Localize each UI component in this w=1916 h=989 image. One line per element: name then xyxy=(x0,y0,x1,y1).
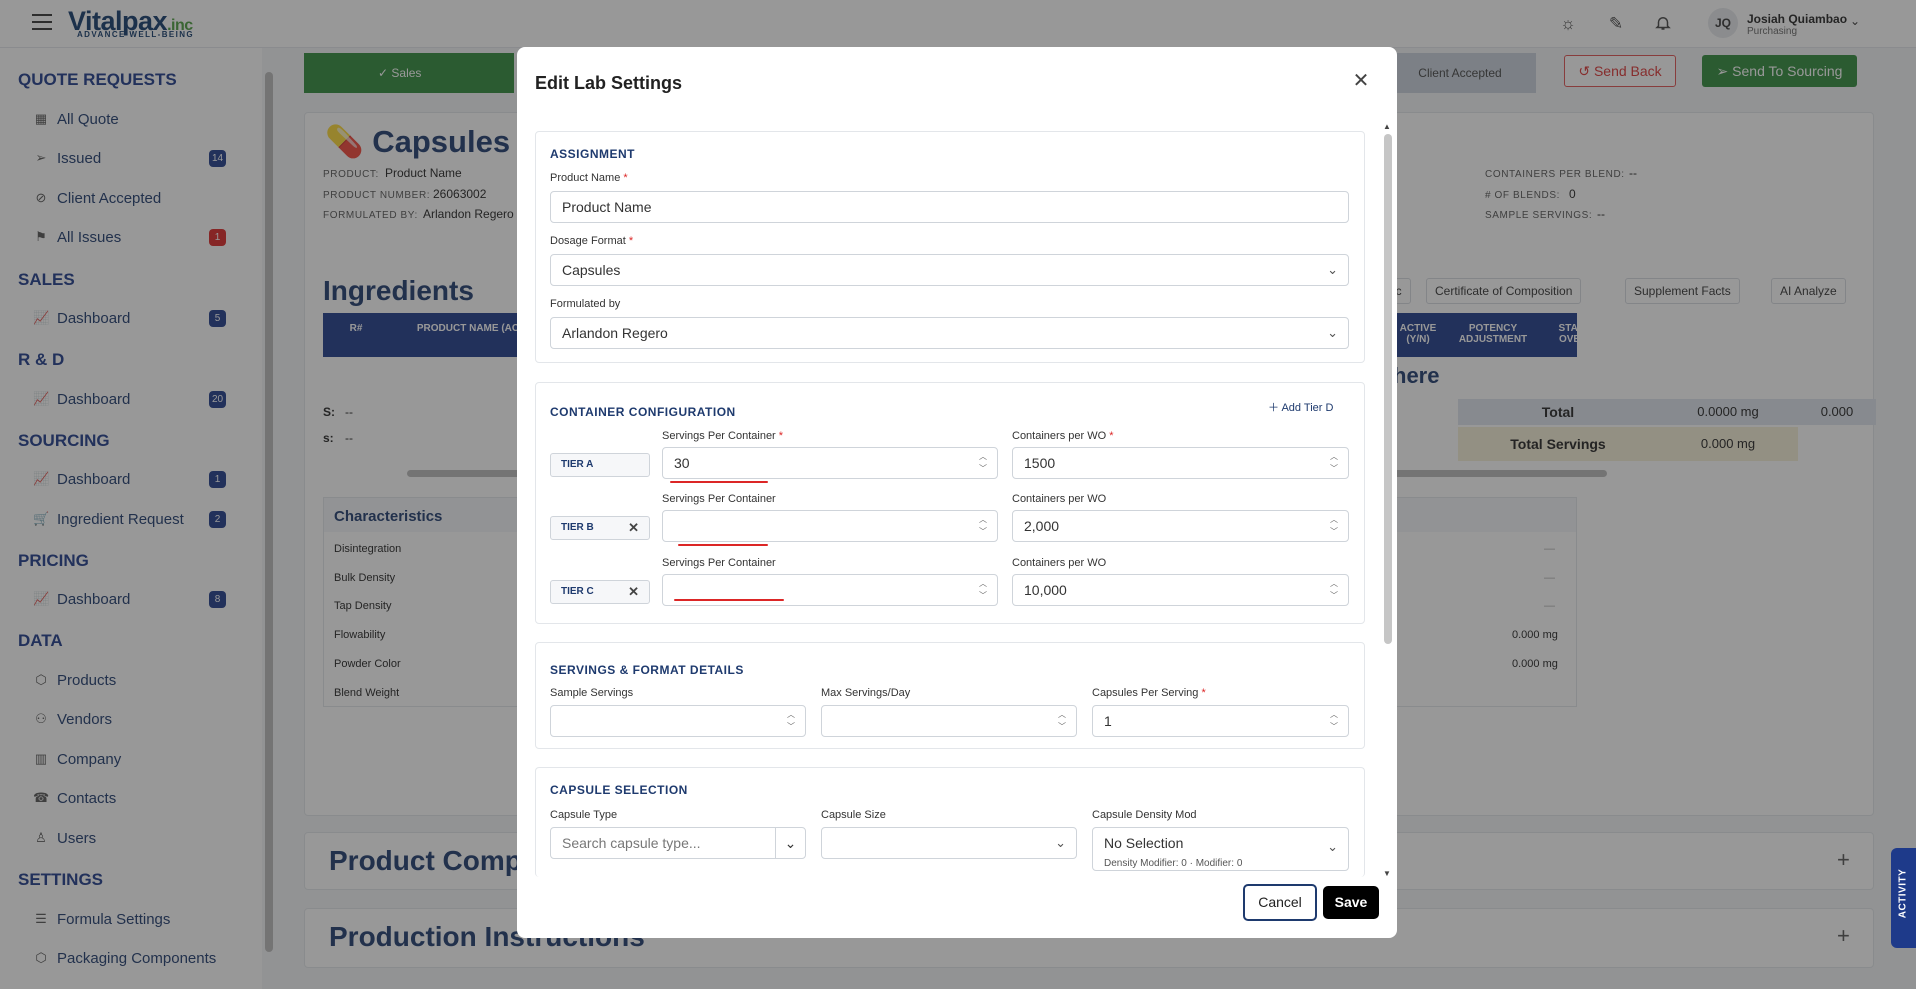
sample-servings-label: Sample Servings xyxy=(550,687,634,699)
product-name-field[interactable]: Product Name xyxy=(550,191,1349,223)
red-underline-mark xyxy=(674,599,784,601)
close-icon[interactable]: ✕ xyxy=(1349,69,1373,93)
stepper-arrows-icon[interactable]: ︿ ﹀ xyxy=(979,451,987,475)
containers-per-wo-label: Containers per WO * xyxy=(1012,430,1114,442)
container-configuration-panel: CONTAINER CONFIGURATION ＋ Add Tier D Ser… xyxy=(535,382,1365,624)
capsule-selection-panel: CAPSULE SELECTION Capsule Type Search ca… xyxy=(535,767,1365,877)
capsule-size-select[interactable]: ⌄ xyxy=(821,827,1077,859)
servings-per-container-label: Servings Per Container xyxy=(662,493,776,505)
tier-a-badge: TIER A xyxy=(550,453,650,477)
chevron-down-icon: ⌄ xyxy=(1055,835,1066,850)
capsules-per-serving-label: Capsules Per Serving * xyxy=(1092,687,1206,699)
activity-label: ACTIVITY xyxy=(1897,868,1909,919)
servings-per-container-label: Servings Per Container * xyxy=(662,430,784,442)
capsule-density-select[interactable]: No Selection Density Modifier: 0 · Modif… xyxy=(1092,827,1349,871)
containers-per-wo-label: Containers per WO xyxy=(1012,493,1107,505)
chevron-down-icon: ⌄ xyxy=(1327,325,1338,340)
capsule-selection-title: CAPSULE SELECTION xyxy=(550,783,688,797)
dosage-format-select[interactable]: Capsules ⌄ xyxy=(550,254,1349,286)
capsule-type-label: Capsule Type xyxy=(550,809,618,821)
tier-c-badge: TIER C ✕ xyxy=(550,580,650,604)
capsule-type-combobox[interactable]: Search capsule type... ⌄ xyxy=(550,827,806,859)
chevron-down-icon: ⌄ xyxy=(1327,262,1338,277)
tier-c-containers-input[interactable]: 10,000 ︿ ﹀ xyxy=(1012,574,1349,606)
cancel-button[interactable]: Cancel xyxy=(1243,884,1317,921)
container-config-title: CONTAINER CONFIGURATION xyxy=(550,405,736,419)
stepper-arrows-icon[interactable]: ︿ ﹀ xyxy=(1058,709,1066,733)
tier-b-servings-input[interactable]: ︿ ﹀ xyxy=(662,510,998,542)
containers-per-wo-label: Containers per WO xyxy=(1012,557,1107,569)
modal-scrollbar[interactable]: ▲ ▼ xyxy=(1383,122,1393,879)
servings-format-title: SERVINGS & FORMAT DETAILS xyxy=(550,663,744,677)
scroll-down-icon[interactable]: ▼ xyxy=(1383,869,1391,878)
red-underline-mark xyxy=(670,481,768,483)
stepper-arrows-icon[interactable]: ︿ ﹀ xyxy=(1330,578,1338,602)
remove-tier-icon[interactable]: ✕ xyxy=(628,581,639,603)
capsule-density-label: Capsule Density Mod xyxy=(1092,809,1197,821)
formulated-by-label: Formulated by xyxy=(550,298,621,310)
add-tier-d-button[interactable]: ＋ Add Tier D xyxy=(1268,399,1333,415)
max-servings-label: Max Servings/Day xyxy=(821,687,911,699)
tier-a-servings-input[interactable]: 30 ︿ ﹀ xyxy=(662,447,998,479)
chevron-down-icon: ⌄ xyxy=(1327,839,1338,854)
assignment-title: ASSIGNMENT xyxy=(550,147,636,161)
stepper-arrows-icon[interactable]: ︿ ﹀ xyxy=(1330,451,1338,475)
capsule-size-label: Capsule Size xyxy=(821,809,886,821)
edit-lab-settings-modal: Edit Lab Settings ✕ ASSIGNMENT Product N… xyxy=(517,47,1397,938)
save-button[interactable]: Save xyxy=(1323,886,1379,919)
tier-b-badge: TIER B ✕ xyxy=(550,516,650,540)
density-note: Density Modifier: 0 · Modifier: 0 xyxy=(1104,858,1243,869)
red-underline-mark xyxy=(678,544,768,546)
scroll-up-icon[interactable]: ▲ xyxy=(1383,122,1391,131)
stepper-arrows-icon[interactable]: ︿ ﹀ xyxy=(787,709,795,733)
plus-icon: ＋ xyxy=(1268,402,1282,414)
dosage-format-label: Dosage Format * xyxy=(550,235,634,247)
modal-title: Edit Lab Settings xyxy=(535,73,683,93)
assignment-panel: ASSIGNMENT Product Name * Product Name D… xyxy=(535,131,1365,363)
activity-tab[interactable]: ACTIVITY xyxy=(1891,848,1916,948)
servings-format-panel: SERVINGS & FORMAT DETAILS Sample Serving… xyxy=(535,642,1365,749)
stepper-arrows-icon[interactable]: ︿ ﹀ xyxy=(1330,709,1338,733)
stepper-arrows-icon[interactable]: ︿ ﹀ xyxy=(979,578,987,602)
stepper-arrows-icon[interactable]: ︿ ﹀ xyxy=(979,514,987,538)
stepper-arrows-icon[interactable]: ︿ ﹀ xyxy=(1330,514,1338,538)
servings-per-container-label: Servings Per Container xyxy=(662,557,776,569)
max-servings-input[interactable]: ︿ ﹀ xyxy=(821,705,1077,737)
remove-tier-icon[interactable]: ✕ xyxy=(628,517,639,539)
chevron-down-icon[interactable]: ⌄ xyxy=(775,828,805,858)
formulated-by-select[interactable]: Arlandon Regero ⌄ xyxy=(550,317,1349,349)
tier-a-containers-input[interactable]: 1500 ︿ ﹀ xyxy=(1012,447,1349,479)
sample-servings-input[interactable]: ︿ ﹀ xyxy=(550,705,806,737)
product-name-label: Product Name * xyxy=(550,172,628,184)
tier-b-containers-input[interactable]: 2,000 ︿ ﹀ xyxy=(1012,510,1349,542)
capsules-per-serving-input[interactable]: 1 ︿ ﹀ xyxy=(1092,705,1349,737)
tier-c-servings-input[interactable]: ︿ ﹀ xyxy=(662,574,998,606)
